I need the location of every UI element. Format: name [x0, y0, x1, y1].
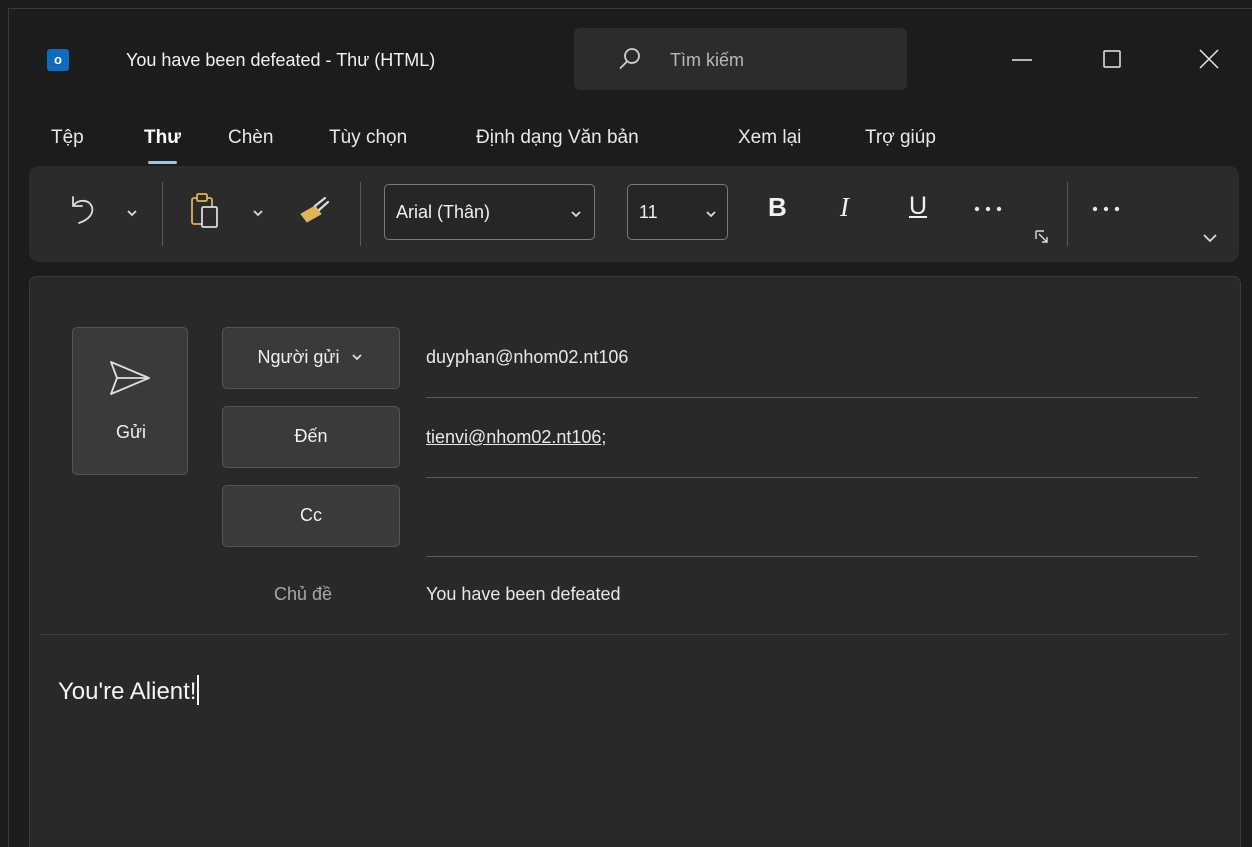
bold-button[interactable]: B: [768, 192, 787, 223]
body-text: You're Alient!: [58, 678, 197, 705]
ribbon-separator: [1067, 182, 1068, 246]
chevron-down-icon: [571, 211, 581, 218]
maximize-button[interactable]: [1092, 39, 1132, 79]
underline-button[interactable]: U: [909, 192, 927, 221]
minimize-button[interactable]: [1002, 39, 1042, 79]
ribbon-separator: [360, 182, 361, 246]
chevron-down-icon: [706, 211, 716, 218]
subject-label: Chủ đề: [274, 584, 333, 604]
tab-review[interactable]: Xem lại: [738, 127, 801, 149]
italic-icon: I: [840, 192, 849, 222]
search-icon: [619, 48, 640, 69]
cc-button[interactable]: Cc: [222, 485, 400, 547]
tab-help[interactable]: Trợ giúp: [865, 127, 936, 149]
chevron-down-icon: [253, 210, 263, 217]
font-name-select[interactable]: Arial (Thân): [384, 184, 595, 240]
undo-button[interactable]: [65, 194, 101, 230]
close-button[interactable]: [1189, 39, 1229, 79]
field-divider: [426, 397, 1198, 398]
font-name-value: Arial (Thân): [396, 202, 491, 222]
to-button[interactable]: Đến: [222, 406, 400, 468]
send-icon: [110, 361, 150, 395]
underline-icon: U: [909, 192, 928, 220]
close-icon: [1199, 49, 1219, 69]
chevron-down-icon: [352, 354, 363, 361]
send-label: Gửi: [115, 422, 147, 442]
compose-area: Gửi Người gửi duyphan@nhom02.nt106 Đến t…: [29, 276, 1241, 847]
paste-dropdown[interactable]: [251, 206, 265, 220]
tab-format-text[interactable]: Định dạng Văn bản: [476, 127, 639, 149]
expand-ribbon-button[interactable]: [1201, 230, 1219, 246]
body-divider: [40, 634, 1228, 635]
outlook-compose-window: o You have been defeated - Thư (HTML) Tì…: [8, 8, 1252, 847]
cc-label: Cc: [300, 505, 322, 525]
font-size-value: 11: [639, 202, 658, 222]
undo-icon: [72, 196, 94, 224]
font-dialog-launcher[interactable]: [1035, 230, 1049, 244]
format-painter-button[interactable]: [295, 194, 333, 228]
tab-message[interactable]: Thư: [144, 127, 181, 164]
tab-file[interactable]: Tệp: [51, 127, 84, 149]
from-button[interactable]: Người gửi: [222, 327, 400, 389]
minimize-icon: [1012, 59, 1032, 61]
more-commands-button[interactable]: [1089, 202, 1125, 216]
to-separator: ;: [601, 427, 607, 447]
text-cursor: [197, 675, 200, 705]
title-bar: o You have been defeated - Thư (HTML) Tì…: [9, 9, 1252, 109]
send-button[interactable]: Gửi: [72, 327, 188, 475]
tab-options[interactable]: Tùy chọn: [329, 127, 407, 149]
ribbon-toolbar: Arial (Thân) 11 B I U: [29, 166, 1239, 262]
more-icon: [1092, 206, 1120, 212]
chevron-down-icon: [127, 210, 137, 217]
window-title: You have been defeated - Thư (HTML): [126, 50, 436, 70]
to-label: Đến: [294, 426, 328, 446]
dialog-launcher-icon: [1035, 230, 1048, 243]
chevron-down-icon: [1203, 234, 1217, 243]
more-icon: [974, 206, 1002, 212]
to-recipient[interactable]: tienvi@nhom02.nt106: [426, 427, 601, 447]
from-label: Người gửi: [223, 347, 399, 368]
search-box[interactable]: Tìm kiếm: [574, 28, 907, 90]
clipboard-icon: [191, 193, 218, 228]
more-format-button[interactable]: [971, 202, 1007, 216]
italic-button[interactable]: I: [840, 192, 849, 223]
ribbon-separator: [162, 182, 163, 246]
message-body[interactable]: You're Alient!: [58, 675, 200, 706]
ribbon-tabs: Tệp Thư Chèn Tùy chọn Định dạng Văn bản …: [9, 127, 1252, 167]
paste-button[interactable]: [189, 192, 221, 230]
font-size-select[interactable]: 11: [627, 184, 728, 240]
outlook-app-icon: o: [47, 49, 75, 71]
maximize-icon: [1103, 50, 1121, 68]
subject-field[interactable]: You have been defeated: [426, 584, 621, 605]
to-field[interactable]: tienvi@nhom02.nt106;: [426, 427, 606, 448]
field-divider: [426, 477, 1198, 478]
undo-dropdown[interactable]: [125, 206, 139, 220]
format-painter-icon: [300, 196, 330, 223]
search-placeholder: Tìm kiếm: [670, 50, 744, 70]
field-divider: [426, 556, 1198, 557]
tab-insert[interactable]: Chèn: [228, 127, 273, 149]
from-value: duyphan@nhom02.nt106: [426, 347, 629, 367]
cc-field[interactable]: [426, 506, 1198, 530]
bold-icon: B: [768, 192, 787, 222]
